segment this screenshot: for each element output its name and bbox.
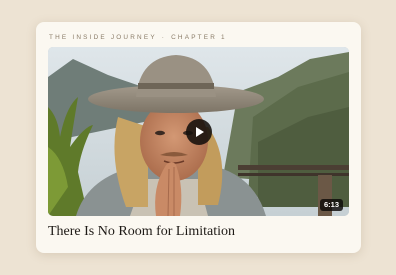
play-button[interactable] — [186, 119, 212, 145]
card-eyebrow: THE INSIDE JOURNEY · CHAPTER 1 — [49, 34, 227, 41]
chapter-label: CHAPTER 1 — [171, 34, 227, 41]
video-title[interactable]: There Is No Room for Limitation — [48, 224, 235, 240]
video-thumbnail[interactable]: 6:13 — [48, 47, 349, 216]
eyebrow-separator: · — [161, 34, 167, 41]
duration-badge: 6:13 — [319, 199, 343, 211]
video-card: THE INSIDE JOURNEY · CHAPTER 1 6:13 Ther… — [36, 22, 361, 253]
play-icon — [196, 127, 204, 137]
series-label: THE INSIDE JOURNEY — [49, 34, 157, 41]
